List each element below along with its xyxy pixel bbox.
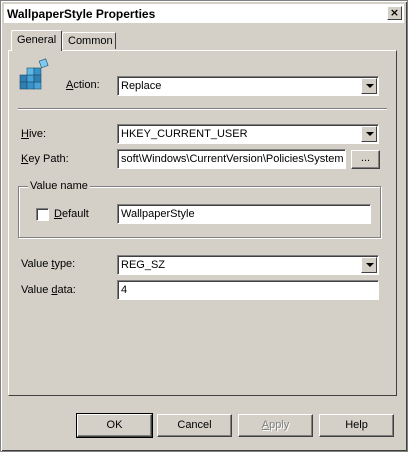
tab-general[interactable]: General [11,30,62,51]
tab-common[interactable]: Common [62,32,116,49]
tab-general-label: General [17,34,57,46]
apply-button[interactable]: Apply [238,414,313,437]
help-button[interactable]: Help [319,414,394,437]
general-tab-panel [8,50,397,396]
title-bar[interactable]: WallpaperStyle Properties × [4,4,404,23]
ok-button[interactable]: OK [76,413,153,438]
close-button[interactable]: × [387,6,402,20]
window-title: WallpaperStyle Properties [7,7,156,21]
cancel-button[interactable]: Cancel [157,414,232,437]
tab-common-label: Common [68,35,113,47]
